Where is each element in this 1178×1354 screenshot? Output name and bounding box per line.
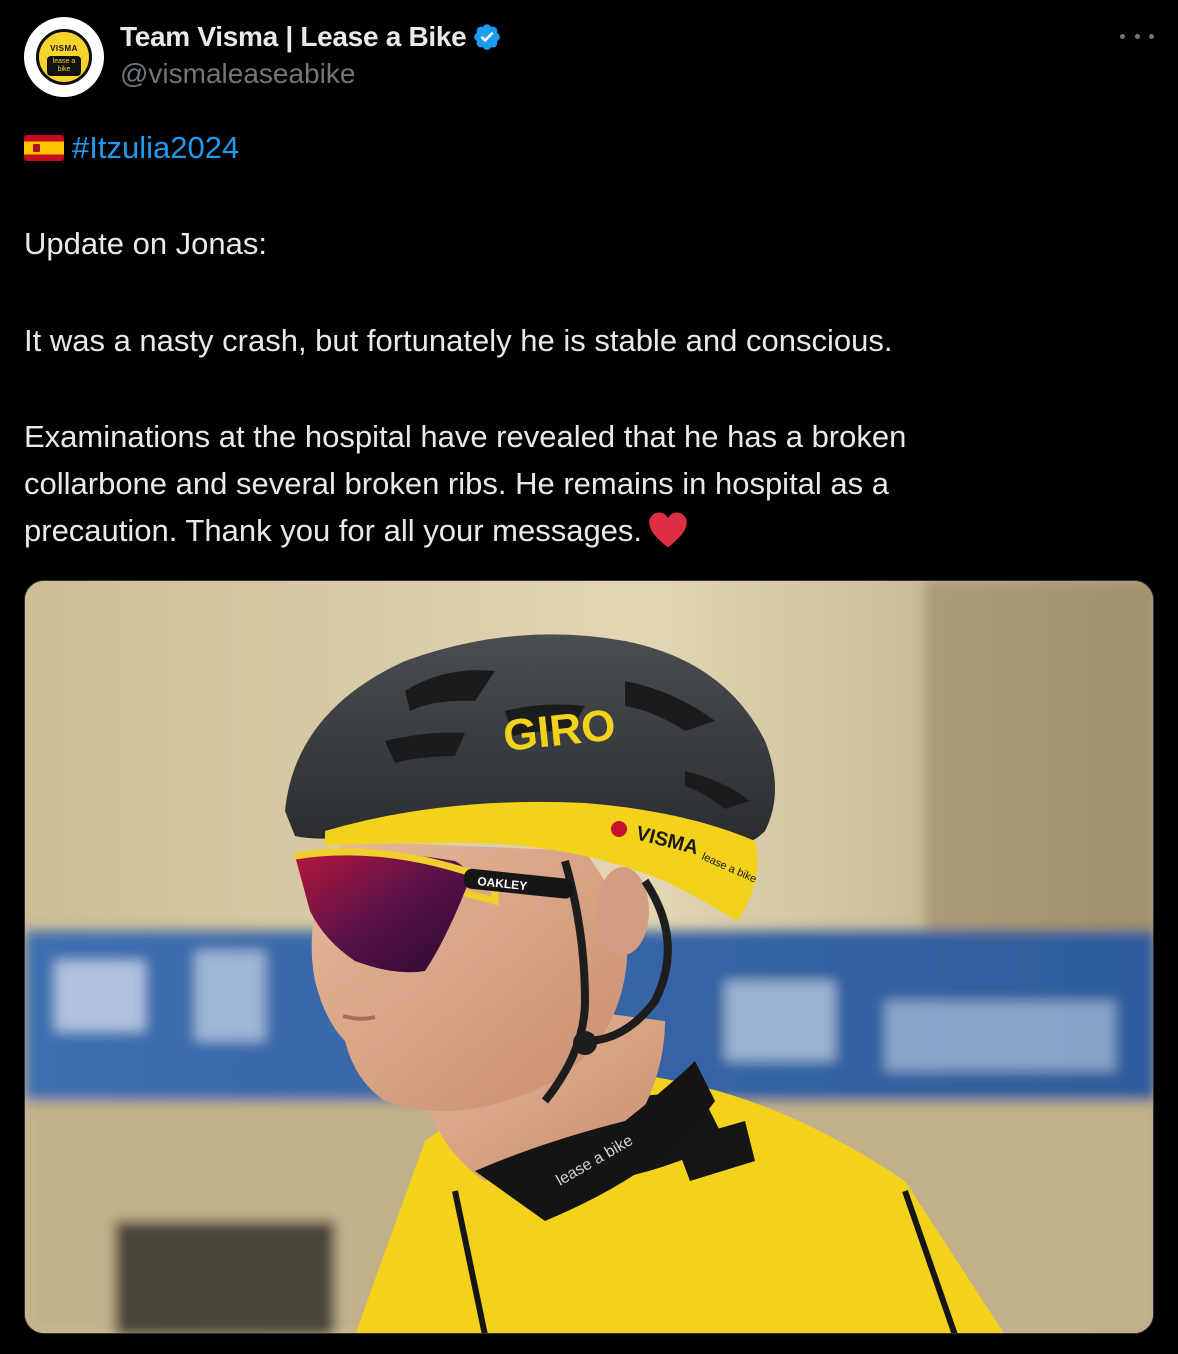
author-avatar[interactable]: VISMA lease a bike	[24, 17, 104, 97]
avatar-logo-subtext: lease a bike	[47, 56, 81, 76]
dot	[1149, 33, 1154, 39]
tweet: VISMA lease a bike Team Visma | Lease a …	[0, 0, 1178, 1354]
author-handle[interactable]: @vismaleaseabike	[120, 58, 355, 90]
more-dots-icon[interactable]	[1120, 24, 1154, 48]
tweet-paragraph-2: It was a nasty crash, but fortunately he…	[24, 323, 893, 358]
photo-illustration: lease a bike OAKLEY GIRO VISMA lease a b…	[25, 581, 1153, 1333]
team-logo-icon: VISMA lease a bike	[36, 29, 92, 85]
author-name-row[interactable]: Team Visma | Lease a Bike	[120, 18, 502, 56]
verified-badge-icon	[474, 24, 501, 50]
tweet-paragraph-1: Update on Jonas:	[24, 226, 268, 261]
dot	[1134, 33, 1140, 39]
avatar-logo-text: VISMA	[50, 44, 78, 53]
author-display-name[interactable]: Team Visma | Lease a Bike	[120, 21, 467, 53]
tweet-photo[interactable]: lease a bike OAKLEY GIRO VISMA lease a b…	[24, 580, 1154, 1334]
hashtag-line: #Itzulia2024	[24, 124, 1144, 171]
hashtag-link[interactable]: #Itzulia2024	[72, 130, 239, 165]
tweet-paragraph-3-text: Examinations at the hospital have reveal…	[24, 419, 907, 548]
tweet-paragraph-3: Examinations at the hospital have reveal…	[24, 413, 1024, 554]
spain-flag-icon	[24, 135, 64, 161]
dot	[1120, 33, 1125, 39]
red-heart-icon	[649, 512, 687, 548]
